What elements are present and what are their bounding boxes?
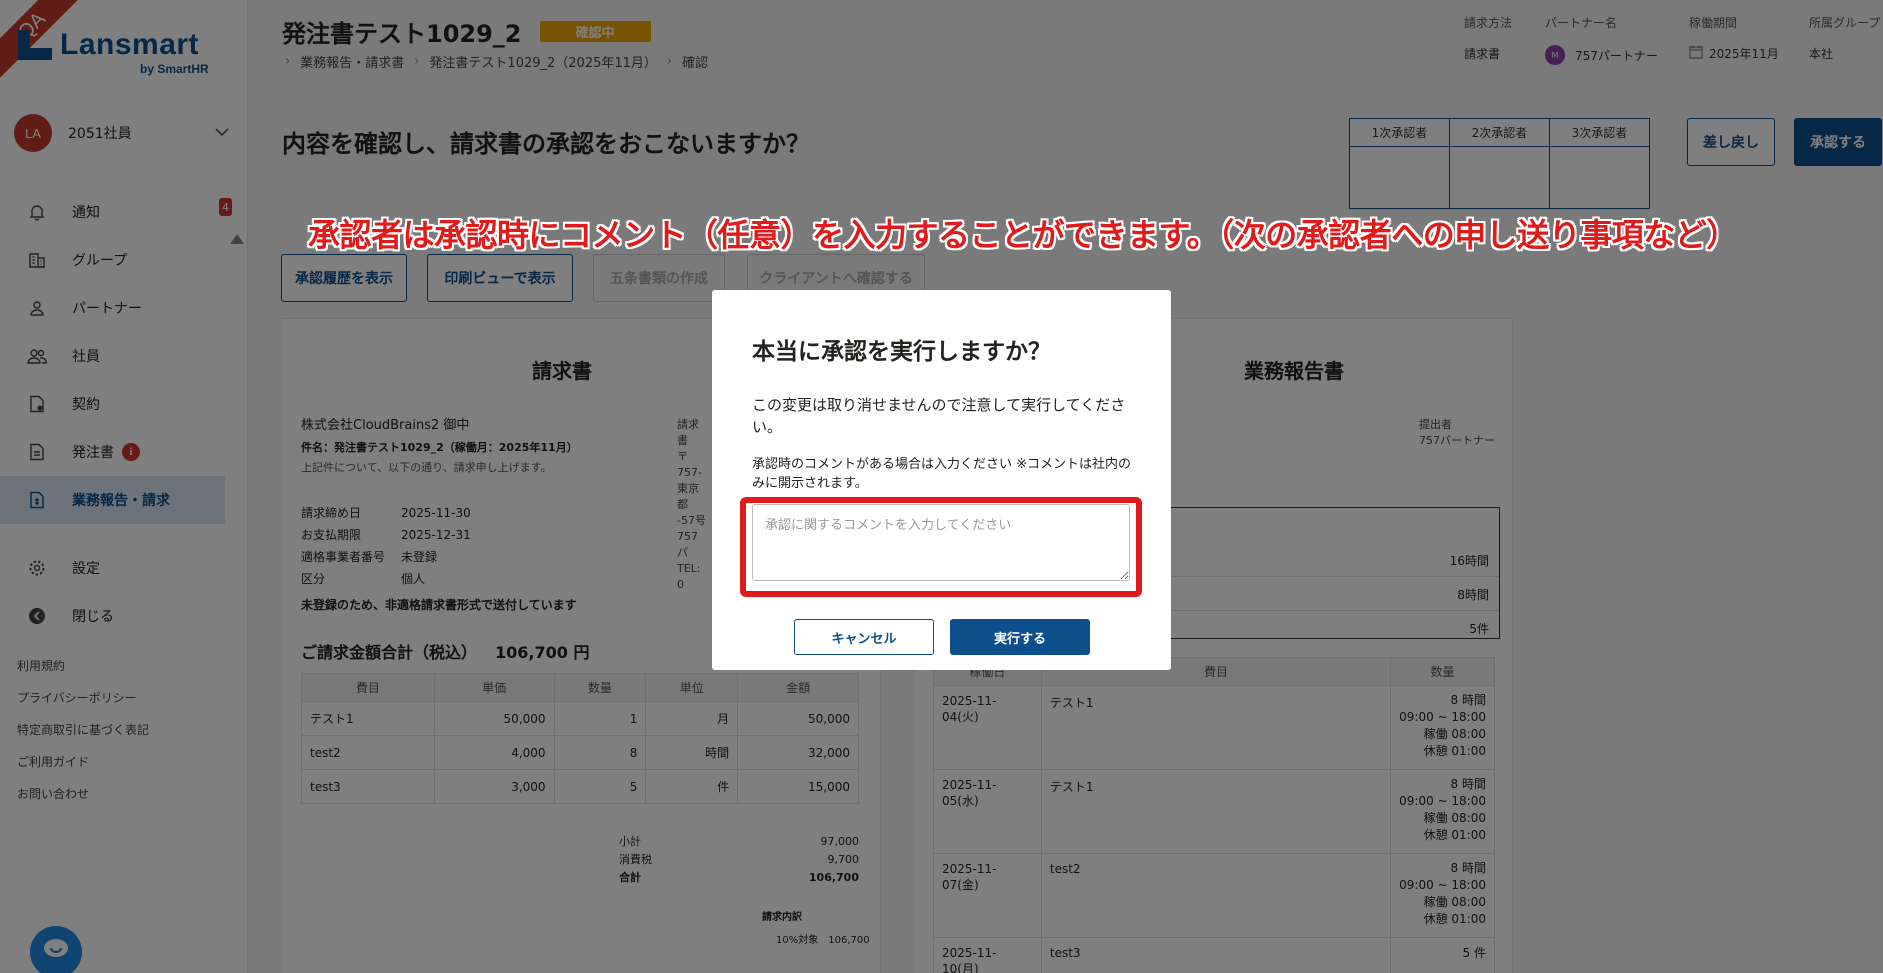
instruction-annotation: 承認者は承認時にコメント（任意）を入力することができます。（次の承認者への申し送… (308, 216, 1738, 254)
comment-label: 承認時のコメントがある場合は入力ください ※コメントは社内のみに開示されます。 (752, 457, 1132, 491)
dialog-warning: この変更は取り消せませんので注意して実行してください。 (752, 396, 1126, 436)
cancel-button[interactable]: キャンセル (794, 619, 934, 655)
confirm-approval-dialog: 本当に承認を実行しますか？ この変更は取り消せませんので注意して実行してください… (712, 290, 1171, 670)
approval-comment-input[interactable] (752, 504, 1130, 581)
execute-button[interactable]: 実行する (950, 619, 1090, 655)
dialog-title: 本当に承認を実行しますか？ (752, 339, 1051, 365)
